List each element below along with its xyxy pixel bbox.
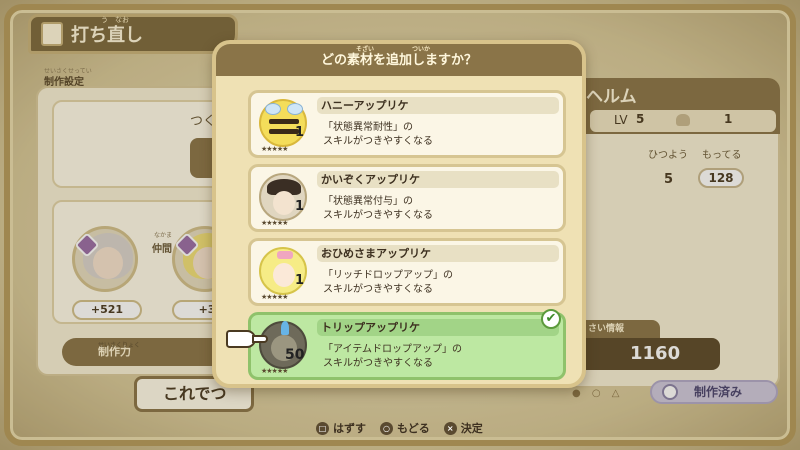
hint-confirm[interactable]: × 決定 bbox=[443, 420, 483, 436]
party-label: 仲間 bbox=[152, 244, 172, 255]
item-desc: スキルがつきやすくなる bbox=[323, 358, 433, 369]
hint-back[interactable]: ○ もどる bbox=[380, 420, 430, 436]
level-row: LV 5 1 bbox=[590, 110, 776, 132]
circle-button-icon: ○ bbox=[380, 421, 393, 435]
item-desc: 「状態異常耐性」の bbox=[323, 122, 413, 133]
modal-title: どの素材を追加しますか？ bbox=[320, 53, 477, 68]
level-value: 5 bbox=[636, 112, 645, 126]
material-item-honey[interactable]: 1 ★★★★★ ハニーアップリケ 「状態異常耐性」の スキルがつきやすくなる bbox=[248, 90, 566, 158]
member-value: +521 bbox=[72, 300, 142, 320]
item-name: おひめさまアップリケ bbox=[317, 245, 559, 262]
item-count: 1 bbox=[295, 125, 305, 140]
item-header: ヘルム LV 5 1 bbox=[560, 78, 780, 134]
item-desc: スキルがつきやすくなる bbox=[323, 284, 433, 295]
item-name: ハニーアップリケ bbox=[317, 97, 559, 114]
item-count: 1 bbox=[295, 199, 305, 214]
hint-label: 決定 bbox=[460, 422, 483, 435]
rarity-stars: ★★★★★ bbox=[261, 293, 288, 301]
done-label: 制作済み bbox=[694, 385, 743, 399]
party-ruby: なかま bbox=[154, 232, 173, 239]
title-ruby: う なお bbox=[101, 16, 129, 24]
rarity-stars: ★★★★★ bbox=[261, 367, 288, 375]
bag-icon bbox=[676, 114, 690, 126]
title-ruby: そざい bbox=[356, 46, 375, 53]
item-name: かいぞくアップリケ bbox=[317, 171, 559, 188]
power-ruby: せいさくりょく bbox=[98, 342, 141, 349]
item-desc: 「状態異常付与」の bbox=[323, 196, 413, 207]
have-header: もってる bbox=[702, 150, 742, 161]
level-label: LV bbox=[614, 113, 628, 127]
square-button-icon: □ bbox=[316, 421, 329, 435]
rarity-stars: ★★★★★ bbox=[261, 145, 288, 153]
item-name: トリップアップリケ bbox=[317, 319, 559, 336]
cross-button-icon: × bbox=[443, 421, 457, 435]
item-desc: 「リッチドロップアップ」の bbox=[323, 270, 453, 281]
item-count: 1 bbox=[295, 273, 305, 288]
rarity-stars: ★★★★★ bbox=[261, 219, 288, 227]
r-button-icon bbox=[662, 384, 678, 400]
need-value: 5 bbox=[664, 172, 674, 187]
modal-header: そざい ついか どの素材を追加しますか？ bbox=[216, 44, 582, 76]
material-item-princess[interactable]: 1 ★★★★★ おひめさまアップリケ 「リッチドロップアップ」の スキルがつきや… bbox=[248, 238, 566, 306]
item-desc: 「アイテムドロップアップ」の bbox=[323, 344, 462, 355]
material-value: 1160 bbox=[570, 338, 720, 370]
item-name: ヘルム bbox=[586, 87, 637, 107]
hint-label: もどる bbox=[397, 422, 430, 435]
hint-remove[interactable]: □ はずす bbox=[316, 420, 366, 436]
title-ruby: ついか bbox=[412, 46, 431, 53]
page-dots: ● ○ △ bbox=[572, 388, 624, 399]
material-item-pirate[interactable]: 1 ★★★★★ かいぞくアップリケ 「状態異常付与」の スキルがつきやすくなる bbox=[248, 164, 566, 232]
item-count: 50 bbox=[285, 347, 305, 363]
document-icon bbox=[41, 22, 63, 46]
done-button[interactable]: 制作済み bbox=[650, 380, 778, 404]
pointer-hand-icon bbox=[226, 330, 268, 348]
have-value: 128 bbox=[698, 168, 744, 188]
material-item-trip[interactable]: 50 ★★★★★ トリップアップリケ 「アイテムドロップアップ」の スキルがつき… bbox=[248, 309, 566, 380]
owned-count: 1 bbox=[724, 112, 733, 126]
button-hints: □ はずす ○ もどる × 決定 bbox=[316, 420, 483, 436]
hint-label: はずす bbox=[333, 422, 366, 435]
need-header: ひつよう bbox=[648, 150, 688, 161]
item-desc: スキルがつきやすくなる bbox=[323, 210, 433, 221]
material-select-modal: そざい ついか どの素材を追加しますか？ 1 ★★★★★ ハニーアップリケ 「状… bbox=[212, 40, 586, 388]
item-desc: スキルがつきやすくなる bbox=[323, 136, 433, 147]
checkmark-icon: ✔ bbox=[541, 309, 561, 329]
title-tab: う なお 打ち直し bbox=[28, 14, 238, 54]
